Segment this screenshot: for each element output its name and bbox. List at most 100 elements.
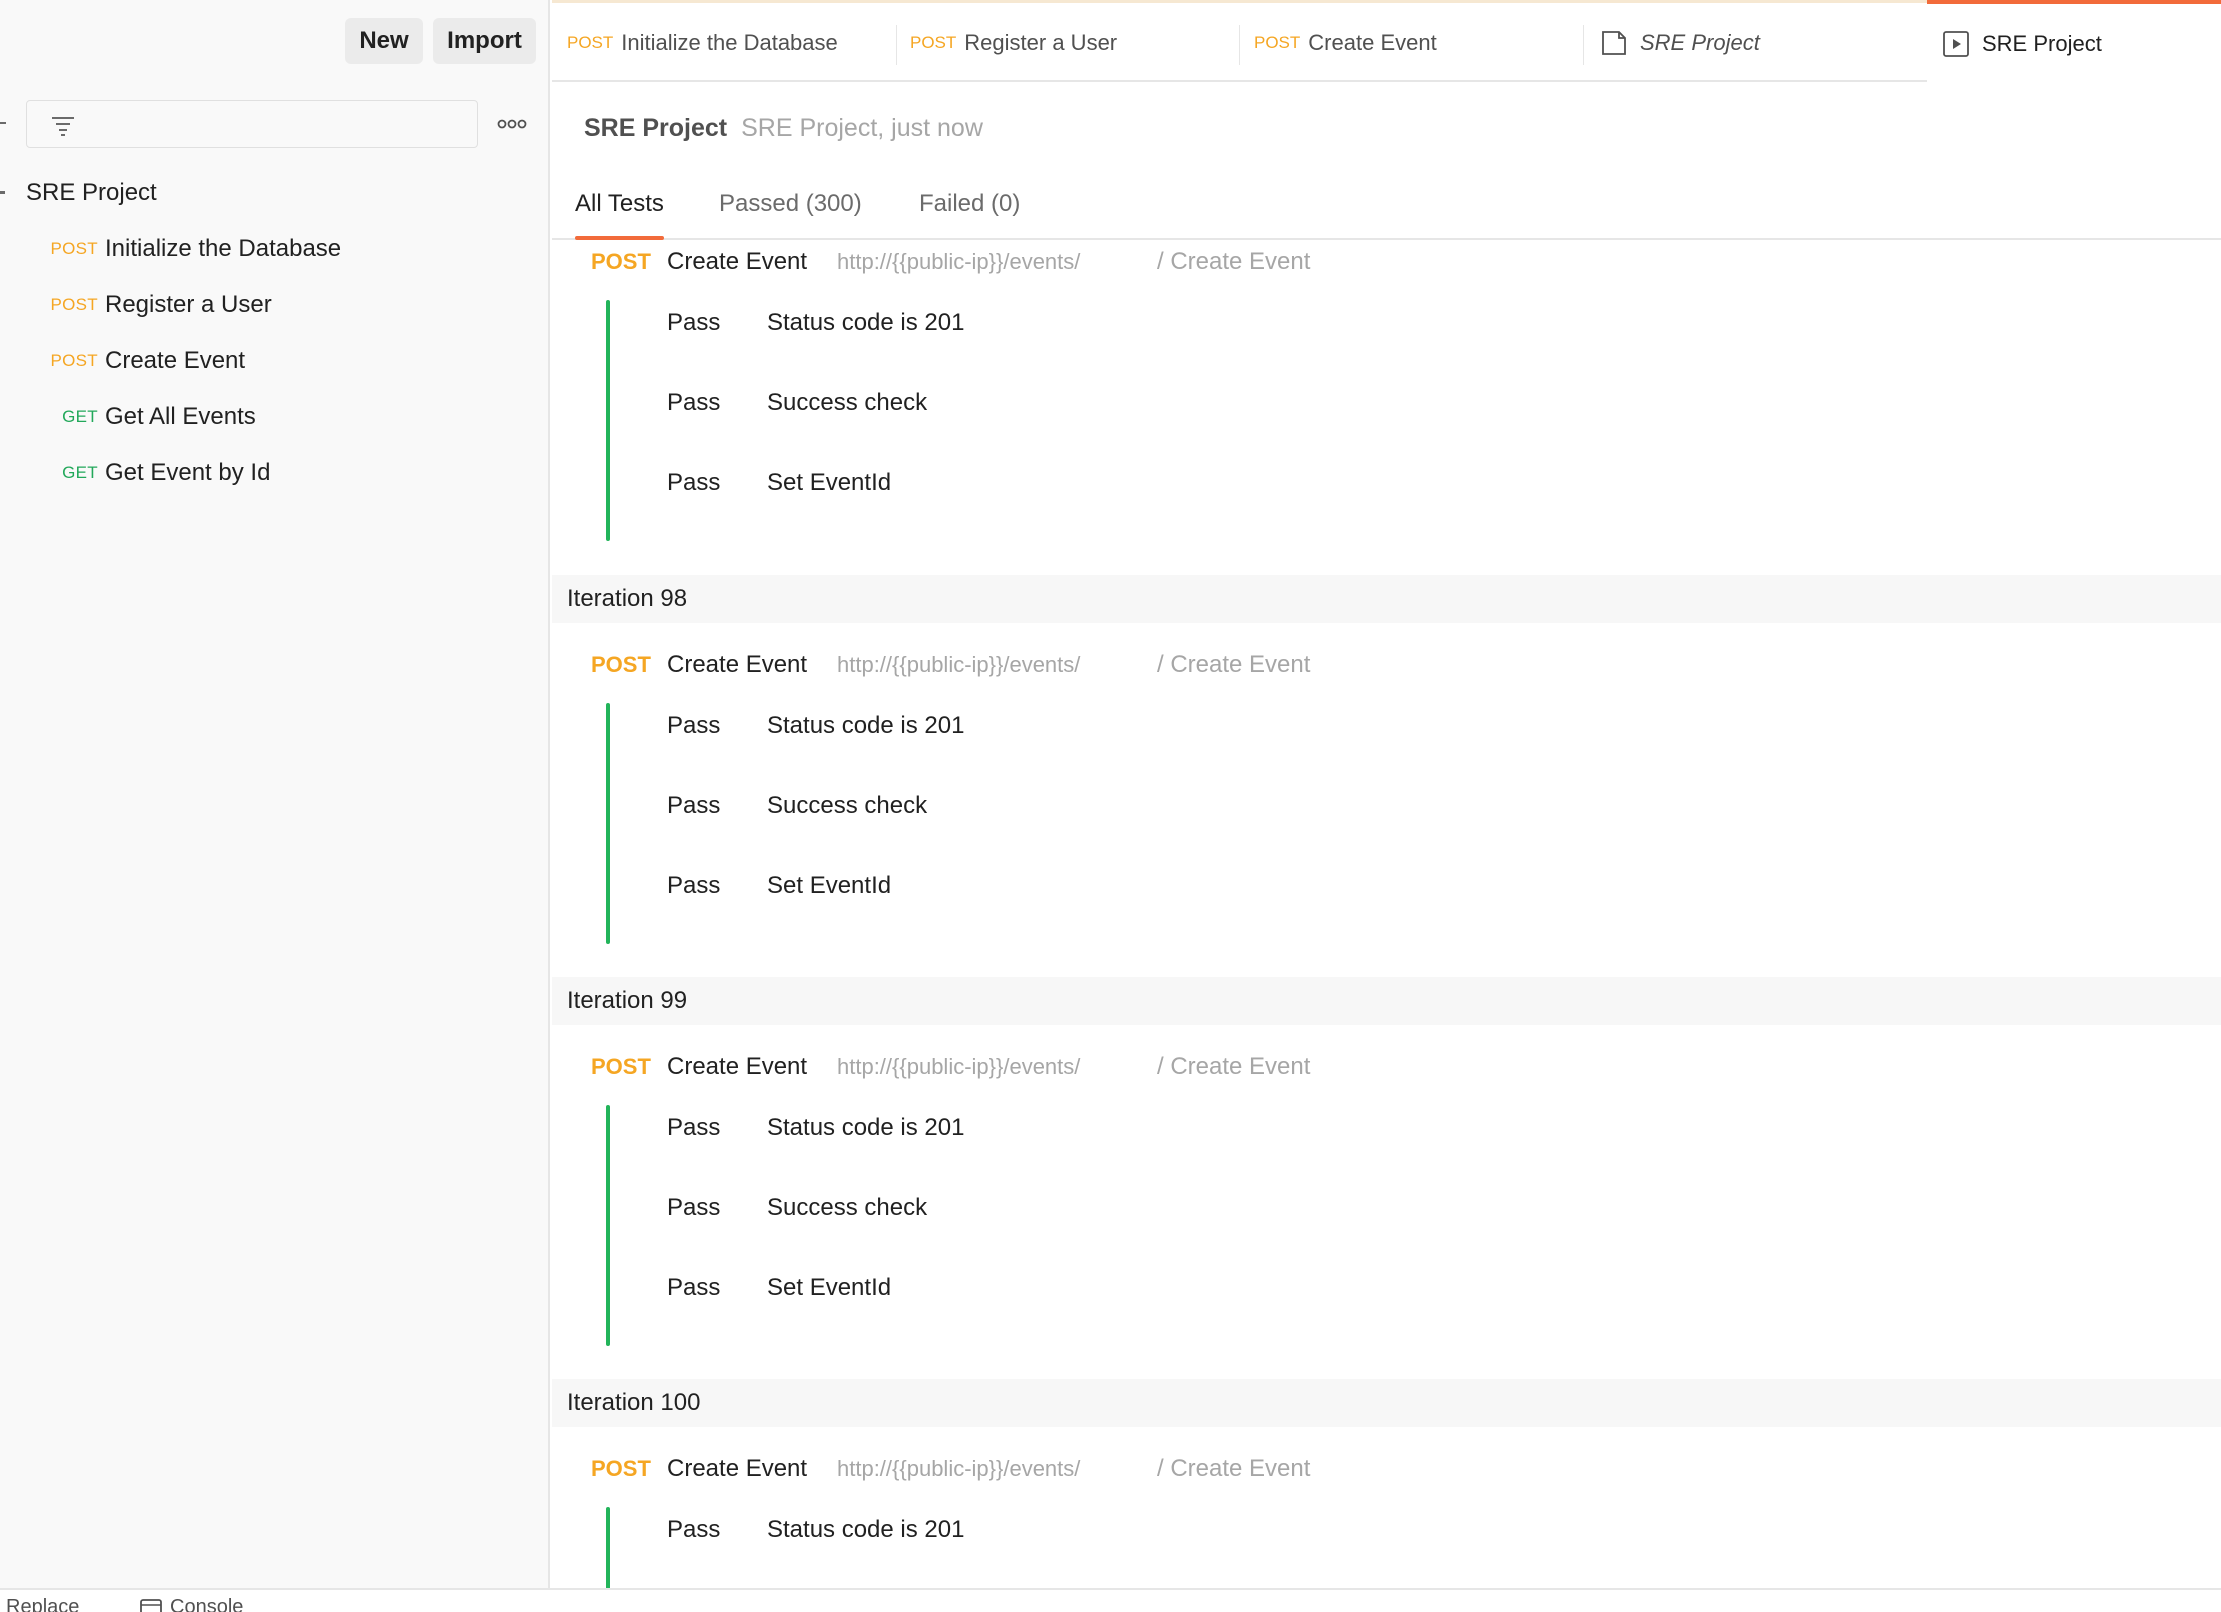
test-row: Pass Status code is 201 bbox=[667, 303, 964, 343]
runner-collection-name: SRE Project bbox=[584, 114, 728, 142]
request-result-line[interactable]: POST Create Event http://{{public-ip}}/e… bbox=[591, 645, 1310, 685]
result-tabs: All Tests Passed (300) Failed (0) bbox=[552, 180, 2221, 240]
test-row: Pass Success check bbox=[667, 383, 927, 423]
request-path: / Create Event bbox=[1157, 1455, 1311, 1482]
test-row: Pass Set EventId bbox=[667, 866, 891, 906]
tab-runner[interactable]: SRE Project bbox=[1927, 0, 2221, 84]
collection-item[interactable]: SRE Project bbox=[0, 165, 550, 221]
test-status: Pass bbox=[667, 872, 721, 899]
iteration-header[interactable]: Iteration 100 bbox=[552, 1379, 2221, 1427]
test-name: Status code is 201 bbox=[767, 1114, 965, 1141]
sidebar: New Import SRE Project POST Initialize t… bbox=[0, 0, 550, 1588]
request-result-line[interactable]: POST Create Event http://{{public-ip}}/e… bbox=[591, 1449, 1310, 1489]
filter-input[interactable] bbox=[26, 100, 478, 148]
tab-divider bbox=[1583, 25, 1584, 65]
request-name: Get All Events bbox=[105, 403, 256, 430]
request-method: POST bbox=[50, 351, 98, 370]
request-name: Get Event by Id bbox=[105, 459, 271, 486]
tab-initialize-database[interactable]: POST Initialize the Database bbox=[567, 3, 897, 82]
test-status: Pass bbox=[667, 712, 721, 739]
test-row: Pass Set EventId bbox=[667, 463, 891, 503]
tab-divider bbox=[896, 25, 897, 65]
request-url: http://{{public-ip}}/events/ bbox=[837, 652, 1081, 677]
request-item[interactable]: GET Get All Events bbox=[0, 389, 550, 445]
request-name: Create Event bbox=[667, 1053, 808, 1080]
sidebar-filter-row bbox=[0, 100, 550, 148]
request-name: Create Event bbox=[105, 347, 246, 374]
more-options-icon[interactable] bbox=[496, 114, 528, 134]
test-status: Pass bbox=[667, 1274, 721, 1301]
console-icon bbox=[140, 1598, 162, 1612]
filter-icon bbox=[52, 117, 74, 136]
tab-create-event[interactable]: POST Create Event bbox=[1254, 3, 1584, 82]
console-label: Console bbox=[170, 1596, 244, 1612]
request-path: / Create Event bbox=[1157, 248, 1311, 275]
request-path: / Create Event bbox=[1157, 651, 1311, 678]
test-status: Pass bbox=[667, 792, 721, 819]
runner-results-panel: SRE Project SRE Project, just now All Tes… bbox=[552, 84, 2221, 1588]
tab-label: SRE Project bbox=[1640, 29, 1760, 55]
caret-down-icon[interactable] bbox=[0, 191, 5, 194]
collection-icon bbox=[1602, 30, 1626, 55]
request-name: Create Event bbox=[667, 651, 808, 678]
test-name: Success check bbox=[767, 389, 928, 416]
tab-divider bbox=[1239, 25, 1240, 65]
collection-tree: SRE Project POST Initialize the Database… bbox=[0, 165, 550, 501]
request-result-line[interactable]: POST Create Event http://{{public-ip}}/e… bbox=[591, 1047, 1310, 1087]
tab-method: POST bbox=[910, 32, 957, 52]
tab-method: POST bbox=[1254, 32, 1301, 52]
tab-failed[interactable]: Failed (0) bbox=[919, 190, 1020, 240]
request-name: Create Event bbox=[667, 1455, 808, 1482]
request-url: http://{{public-ip}}/events/ bbox=[837, 249, 1081, 274]
test-name: Set EventId bbox=[767, 1274, 892, 1301]
request-method: GET bbox=[62, 463, 98, 482]
request-item[interactable]: POST Initialize the Database bbox=[0, 221, 550, 277]
test-status: Pass bbox=[667, 1114, 721, 1141]
request-result-line[interactable]: POST Create Event http://{{public-ip}}/e… bbox=[591, 242, 1310, 282]
test-row: Pass Status code is 201 bbox=[667, 1510, 964, 1550]
console-button[interactable]: Console bbox=[140, 1596, 243, 1612]
tab-label: Initialize the Database bbox=[621, 29, 838, 55]
tab-label: SRE Project bbox=[1982, 31, 2102, 56]
iteration-header[interactable]: Iteration 99 bbox=[552, 977, 2221, 1025]
collection-name: SRE Project bbox=[26, 179, 157, 206]
import-button[interactable]: Import bbox=[433, 18, 536, 64]
tab-passed[interactable]: Passed (300) bbox=[719, 190, 862, 240]
tab-all-tests[interactable]: All Tests bbox=[575, 190, 664, 240]
test-name: Status code is 201 bbox=[767, 1516, 965, 1543]
request-url: http://{{public-ip}}/events/ bbox=[837, 1054, 1081, 1079]
request-name: Initialize the Database bbox=[105, 235, 342, 262]
tab-bar: POST Initialize the Database POST Regist… bbox=[552, 0, 2221, 84]
sidebar-header: New Import bbox=[0, 0, 548, 82]
test-status: Pass bbox=[667, 1194, 721, 1221]
request-method: POST bbox=[591, 249, 651, 274]
new-button[interactable]: New bbox=[345, 18, 423, 64]
request-method: POST bbox=[591, 652, 651, 677]
test-status: Pass bbox=[667, 1516, 721, 1543]
iteration-header[interactable]: Iteration 98 bbox=[552, 575, 2221, 623]
request-method: POST bbox=[591, 1456, 651, 1481]
test-name: Set EventId bbox=[767, 872, 892, 899]
request-item[interactable]: POST Create Event bbox=[0, 333, 550, 389]
tab-label: Create Event bbox=[1308, 29, 1437, 55]
request-method: POST bbox=[50, 295, 98, 314]
runner-subtitle: SRE Project, just now bbox=[741, 114, 983, 142]
test-row: Pass Status code is 201 bbox=[667, 706, 964, 746]
request-method: GET bbox=[62, 407, 98, 426]
request-item[interactable]: POST Register a User bbox=[0, 277, 550, 333]
replace-button[interactable]: Replace bbox=[6, 1596, 79, 1612]
request-url: http://{{public-ip}}/events/ bbox=[837, 1456, 1081, 1481]
pass-indicator-bar bbox=[606, 300, 610, 541]
request-name: Create Event bbox=[667, 248, 808, 275]
test-status: Pass bbox=[667, 469, 721, 496]
request-name: Register a User bbox=[105, 291, 272, 318]
tab-register-user[interactable]: POST Register a User bbox=[910, 3, 1240, 82]
collapse-icon[interactable] bbox=[0, 122, 6, 124]
status-bar: Replace Console bbox=[0, 1588, 2221, 1612]
test-name: Success check bbox=[767, 1194, 928, 1221]
request-item[interactable]: GET Get Event by Id bbox=[0, 445, 550, 501]
runner-icon bbox=[1943, 31, 1969, 57]
test-name: Status code is 201 bbox=[767, 309, 965, 336]
tab-collection-overview[interactable]: SRE Project bbox=[1600, 3, 1930, 82]
request-method: POST bbox=[50, 239, 98, 258]
